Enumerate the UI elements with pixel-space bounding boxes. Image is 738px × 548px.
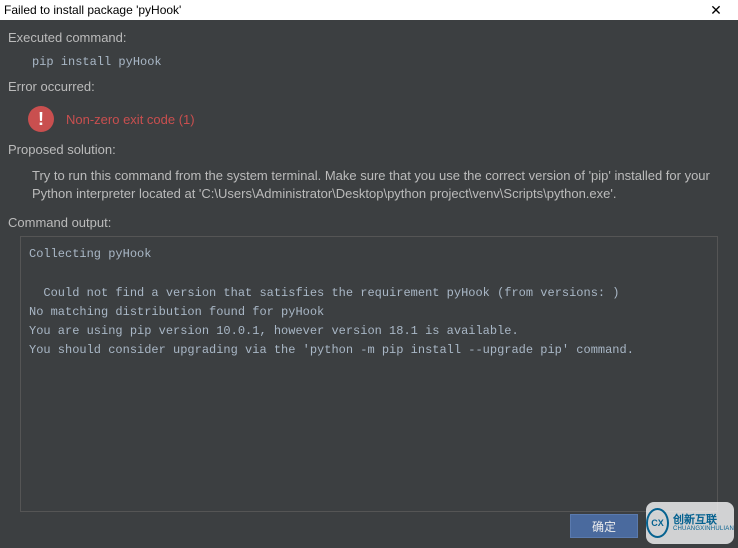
window-title: Failed to install package 'pyHook' xyxy=(4,3,181,17)
title-bar: Failed to install package 'pyHook' ✕ xyxy=(0,0,738,20)
watermark-sub-text: CHUANGXINHULIAN xyxy=(673,526,734,532)
button-bar: 确定 xyxy=(570,514,638,538)
proposed-solution-label: Proposed solution: xyxy=(8,142,730,157)
error-occurred-label: Error occurred: xyxy=(8,79,730,94)
watermark-text-block: 创新互联 CHUANGXINHULIAN xyxy=(673,515,734,532)
error-message: Non-zero exit code (1) xyxy=(66,112,195,127)
executed-command-label: Executed command: xyxy=(8,30,730,45)
solution-text: Try to run this command from the system … xyxy=(8,163,730,215)
exclamation-icon: ! xyxy=(38,110,44,128)
dialog-content: Executed command: pip install pyHook Err… xyxy=(0,20,738,520)
close-icon[interactable]: ✕ xyxy=(696,1,736,19)
watermark-main-text: 创新互联 xyxy=(673,515,734,526)
ok-button[interactable]: 确定 xyxy=(570,514,638,538)
watermark: CX 创新互联 CHUANGXINHULIAN xyxy=(646,502,734,544)
command-output[interactable]: Collecting pyHook Could not find a versi… xyxy=(20,236,718,512)
error-icon: ! xyxy=(28,106,54,132)
command-text: pip install pyHook xyxy=(8,51,730,79)
watermark-logo-icon: CX xyxy=(646,508,669,538)
command-output-label: Command output: xyxy=(8,215,730,230)
error-row: ! Non-zero exit code (1) xyxy=(8,100,730,142)
